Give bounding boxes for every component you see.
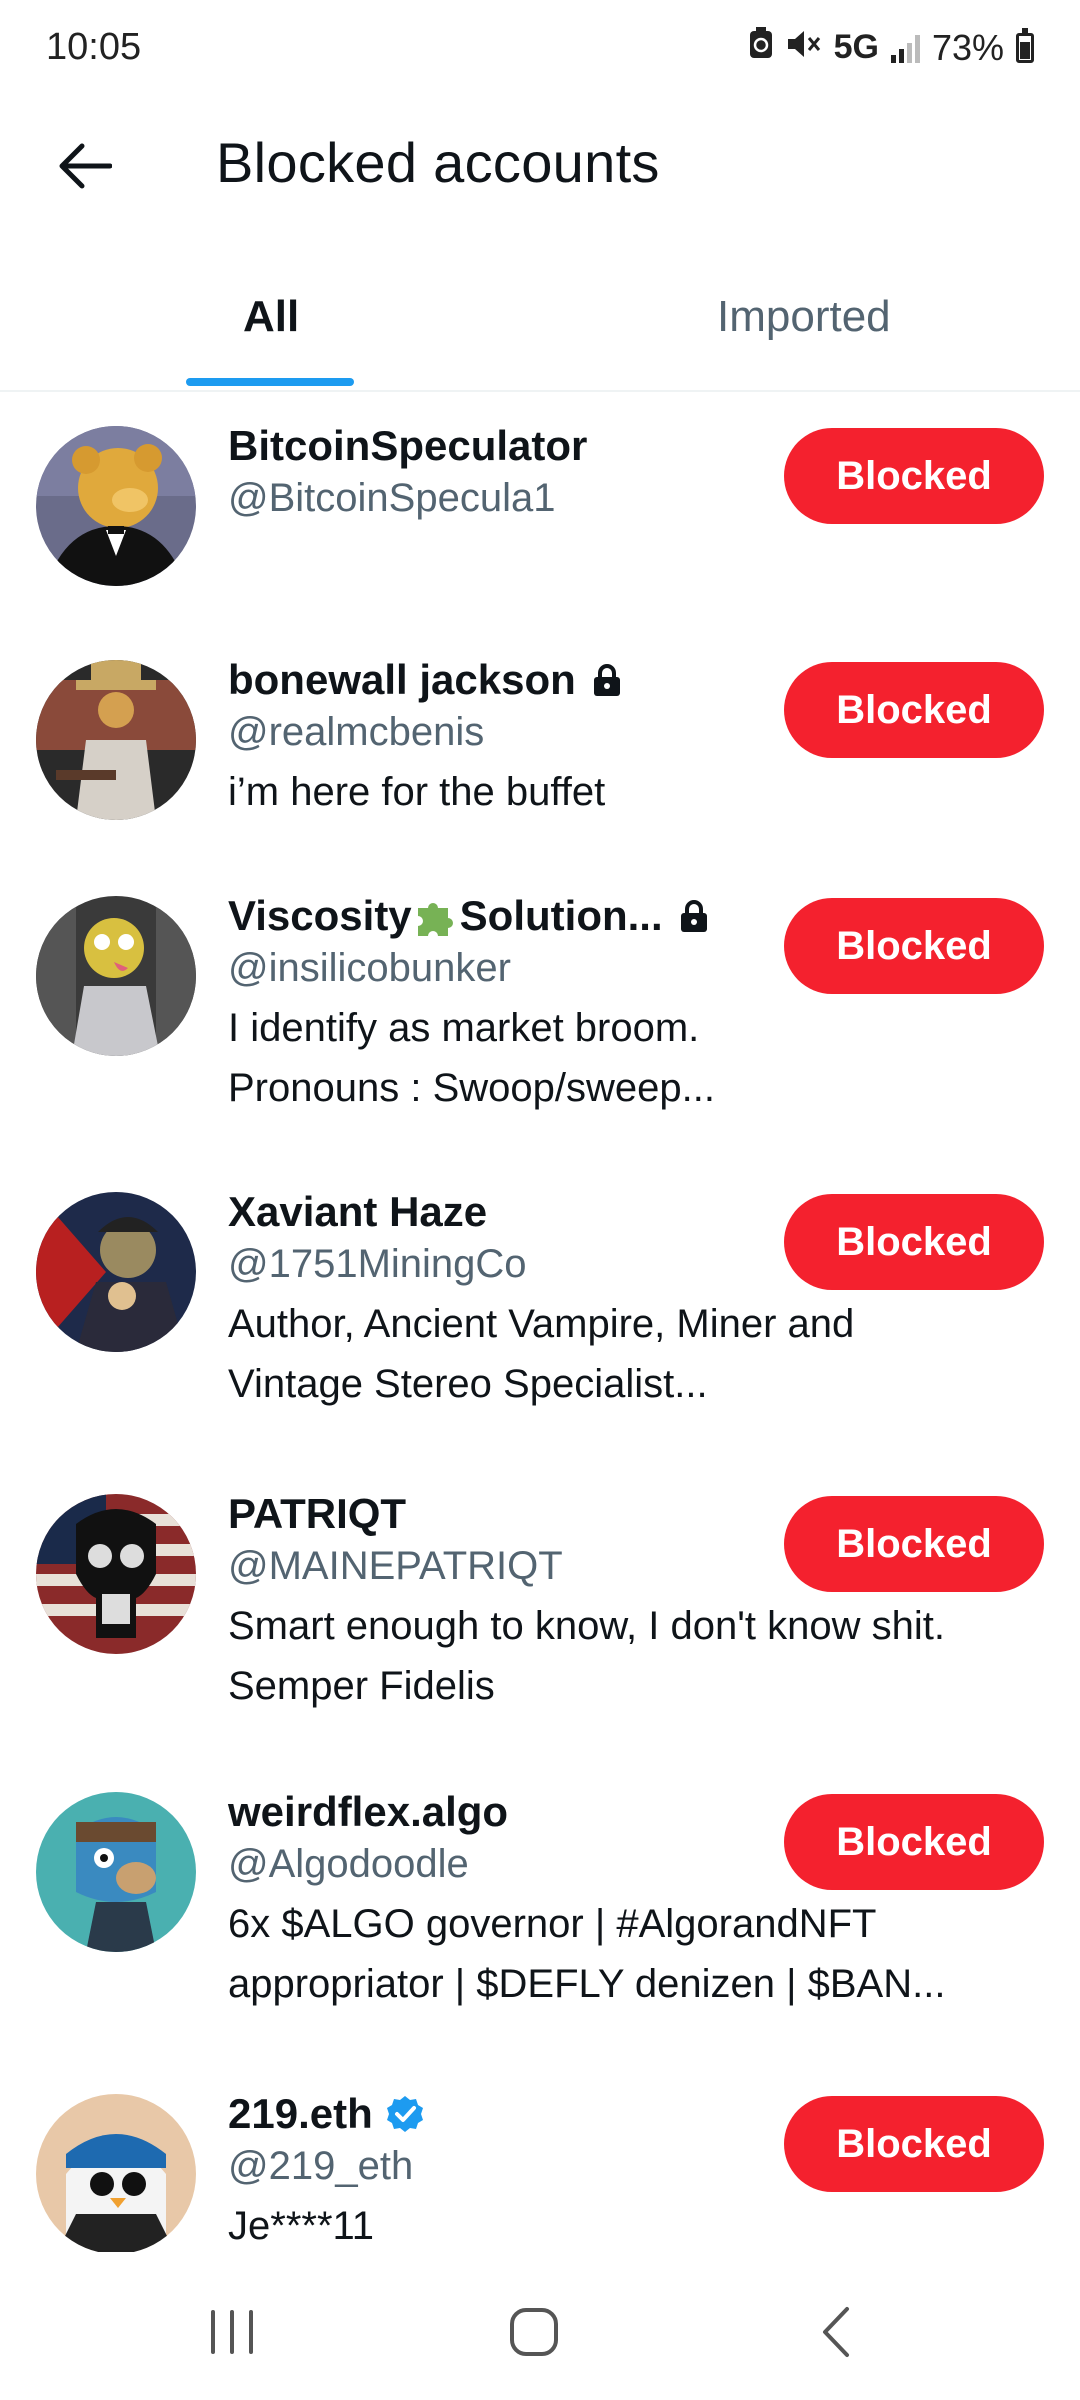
list-item[interactable]: Xaviant Haze @1751MiningCo Author, Ancie… [0,1158,1080,1460]
verified-badge-icon [385,2094,425,2134]
bio-line: i’m here for the buffet [228,770,606,814]
avatar[interactable] [36,426,196,586]
account-handle: @219_eth [228,2144,414,2188]
account-name-line: weirdflex.algo [228,1788,508,1836]
account-name: 219.eth [228,2090,373,2137]
page-title: Blocked accounts [216,131,660,194]
account-name: Viscosity [228,892,412,939]
list-item[interactable]: BitcoinSpeculator @BitcoinSpecula1 Block… [0,392,1080,626]
account-name: bonewall jackson [228,656,576,703]
account-name: Xaviant Haze [228,1188,488,1235]
account-handle: @realmcbenis [228,710,485,754]
puzzle-piece-icon [414,894,458,938]
network-type: 5G [833,28,879,66]
bio-line: 6x $ALGO governor | #AlgorandNFT [228,1902,877,1946]
bio-line: Semper Fidelis [228,1664,495,1708]
bio-line: appropriator | $DEFLY denizen | $BAN... [228,1962,946,2006]
account-handle: @MAINEPATRIQT [228,1544,563,1588]
blocked-button[interactable]: Blocked [784,2096,1044,2192]
account-handle: @1751MiningCo [228,1242,527,1286]
blocked-button[interactable]: Blocked [784,1794,1044,1890]
account-bio: Smart enough to know, I don't know shit.… [228,1596,1048,1716]
list-item[interactable]: weirdflex.algo @Algodoodle 6x $ALGO gove… [0,1758,1080,2060]
account-name: BitcoinSpeculator [228,422,588,469]
recent-apps-icon [205,2308,259,2361]
bio-line: Vintage Stereo Specialist... [228,1362,708,1406]
tab-imported[interactable]: Imported [540,250,1080,390]
bio-line: Author, Ancient Vampire, Miner and [228,1302,855,1346]
header: Blocked accounts [0,100,1080,230]
battery-saver-icon [748,26,774,69]
back-button[interactable] [40,128,130,208]
tab-bar: All Imported [0,250,1080,392]
blocked-button[interactable]: Blocked [784,1194,1044,1290]
tab-all-label: All [243,292,300,341]
blocked-button[interactable]: Blocked [784,428,1044,524]
account-bio: I identify as market broom. Pronouns : S… [228,998,1048,1118]
account-bio: Je****11 [228,2196,1048,2252]
blocked-button[interactable]: Blocked [784,898,1044,994]
tab-imported-label: Imported [717,292,891,341]
avatar[interactable] [36,2094,196,2252]
account-handle: @insilicobunker [228,946,511,990]
mute-icon [786,27,822,69]
avatar[interactable] [36,896,196,1056]
status-time: 10:05 [46,26,142,68]
status-icons: 5G 73% [748,26,1034,69]
account-handle: @BitcoinSpecula1 [228,476,556,520]
blocked-accounts-list[interactable]: BitcoinSpeculator @BitcoinSpecula1 Block… [0,392,1080,2252]
account-name: PATRIQT [228,1490,407,1537]
back-arrow-icon [58,143,113,194]
account-bio: i’m here for the buffet [228,762,1048,822]
list-item[interactable]: PATRIQT @MAINEPATRIQT Smart enough to kn… [0,1460,1080,1758]
bio-line: Je****11 [228,2204,375,2248]
account-handle: @Algodoodle [228,1842,469,1886]
account-name-line: Viscosity Solution... [228,892,709,940]
list-item[interactable]: 219.eth @219_eth Je****11 Blocked [0,2060,1080,2252]
account-name-line: 219.eth [228,2090,425,2138]
avatar[interactable] [36,1494,196,1654]
avatar[interactable] [36,660,196,820]
blocked-button[interactable]: Blocked [784,1496,1044,1592]
account-name-suffix: Solution... [459,892,663,939]
back-chevron-icon [819,2305,853,2364]
tab-all[interactable]: All [0,250,540,390]
status-bar: 10:05 5G 73% [0,0,1080,100]
battery-percent: 73% [931,26,1004,68]
list-item[interactable]: Viscosity Solution... @insilicobunker I … [0,862,1080,1158]
back-nav-button[interactable] [776,2294,896,2374]
avatar[interactable] [36,1792,196,1952]
lock-icon [592,663,622,697]
avatar[interactable] [36,1192,196,1352]
account-name: weirdflex.algo [228,1788,509,1835]
home-button[interactable] [474,2294,594,2374]
home-icon [508,2306,560,2363]
account-name-line: BitcoinSpeculator [228,422,587,470]
account-name-line: bonewall jackson [228,656,622,704]
account-name-line: Xaviant Haze [228,1188,487,1236]
blocked-button[interactable]: Blocked [784,662,1044,758]
account-bio: 6x $ALGO governor | #AlgorandNFT appropr… [228,1894,1048,2014]
bio-line: I identify as market broom. [228,1006,700,1050]
signal-icon [890,33,920,63]
bio-line: Smart enough to know, I don't know shit. [228,1604,945,1648]
account-bio: Author, Ancient Vampire, Miner and Vinta… [228,1294,1048,1414]
tab-indicator [186,378,354,386]
bio-line: Pronouns : Swoop/sweep... [228,1066,715,1110]
recent-apps-button[interactable] [172,2294,292,2374]
battery-icon [1016,27,1034,63]
system-navigation-bar [0,2258,1080,2400]
account-name-line: PATRIQT [228,1490,406,1538]
list-item[interactable]: bonewall jackson @realmcbenis i’m here f… [0,626,1080,862]
lock-icon [679,899,709,933]
